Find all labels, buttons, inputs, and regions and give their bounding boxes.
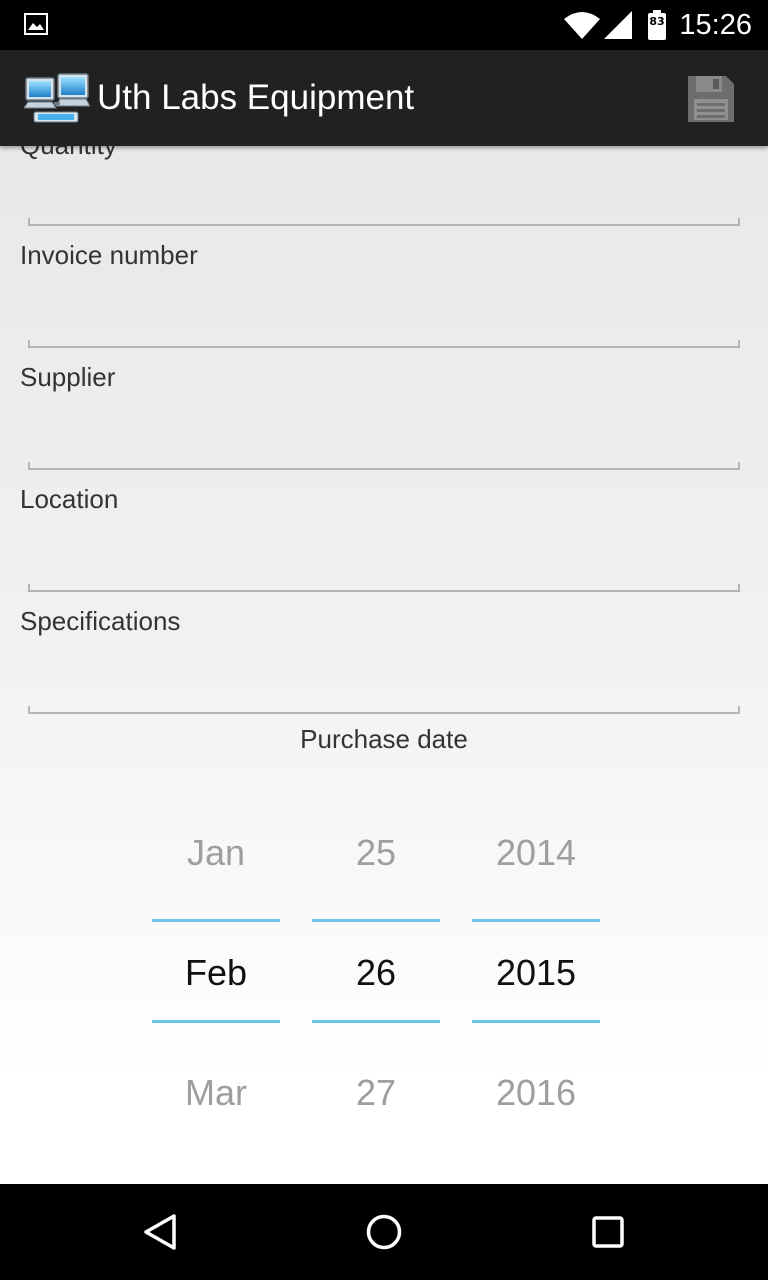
action-bar: Uth Labs Equipment: [0, 50, 768, 146]
gallery-icon: [24, 13, 48, 35]
year-prev[interactable]: 2014: [472, 832, 600, 874]
day-next[interactable]: 27: [312, 1072, 440, 1114]
year-divider-top: [472, 919, 600, 922]
quantity-field[interactable]: [28, 212, 740, 226]
month-divider-bottom: [152, 1020, 280, 1023]
location-label: Location: [20, 484, 119, 514]
supplier-label: Supplier: [20, 362, 116, 392]
day-selected[interactable]: 26: [312, 952, 440, 994]
day-divider-top: [312, 919, 440, 922]
networked-computers-icon: [24, 73, 90, 123]
app-title: Uth Labs Equipment: [97, 78, 415, 117]
navigation-bar: [0, 1184, 768, 1280]
recents-button[interactable]: [584, 1208, 632, 1256]
wifi-icon: [564, 12, 600, 39]
home-button[interactable]: [360, 1208, 408, 1256]
month-divider-top: [152, 919, 280, 922]
year-selected[interactable]: 2015: [472, 952, 600, 994]
specifications-field[interactable]: [28, 700, 740, 714]
location-field[interactable]: [28, 578, 740, 592]
year-divider-bottom: [472, 1020, 600, 1023]
day-divider-bottom: [312, 1020, 440, 1023]
battery-level: 83: [649, 15, 665, 28]
save-button[interactable]: [682, 70, 740, 128]
back-button[interactable]: [136, 1208, 184, 1256]
signal-icon: [604, 11, 632, 39]
quantity-label: Quantity: [20, 146, 117, 161]
month-next[interactable]: Mar: [152, 1072, 280, 1114]
status-bar: 83 15:26: [0, 0, 768, 50]
day-prev[interactable]: 25: [312, 832, 440, 874]
battery-icon: 83: [648, 10, 666, 40]
month-prev[interactable]: Jan: [152, 832, 280, 874]
clock: 15:26: [679, 9, 752, 41]
home-icon: [366, 1214, 402, 1250]
specifications-label: Specifications: [20, 606, 181, 636]
invoice-number-field[interactable]: [28, 334, 740, 348]
purchase-date-label: Purchase date: [300, 724, 468, 754]
year-next[interactable]: 2016: [472, 1072, 600, 1114]
back-icon: [144, 1214, 176, 1250]
floppy-disk-icon: [688, 76, 734, 122]
supplier-field[interactable]: [28, 456, 740, 470]
form-scroll-view[interactable]: Quantity Invoice number Supplier Locatio…: [0, 146, 768, 1184]
invoice-number-label: Invoice number: [20, 240, 198, 270]
recents-icon: [592, 1216, 624, 1248]
month-selected[interactable]: Feb: [152, 952, 280, 994]
